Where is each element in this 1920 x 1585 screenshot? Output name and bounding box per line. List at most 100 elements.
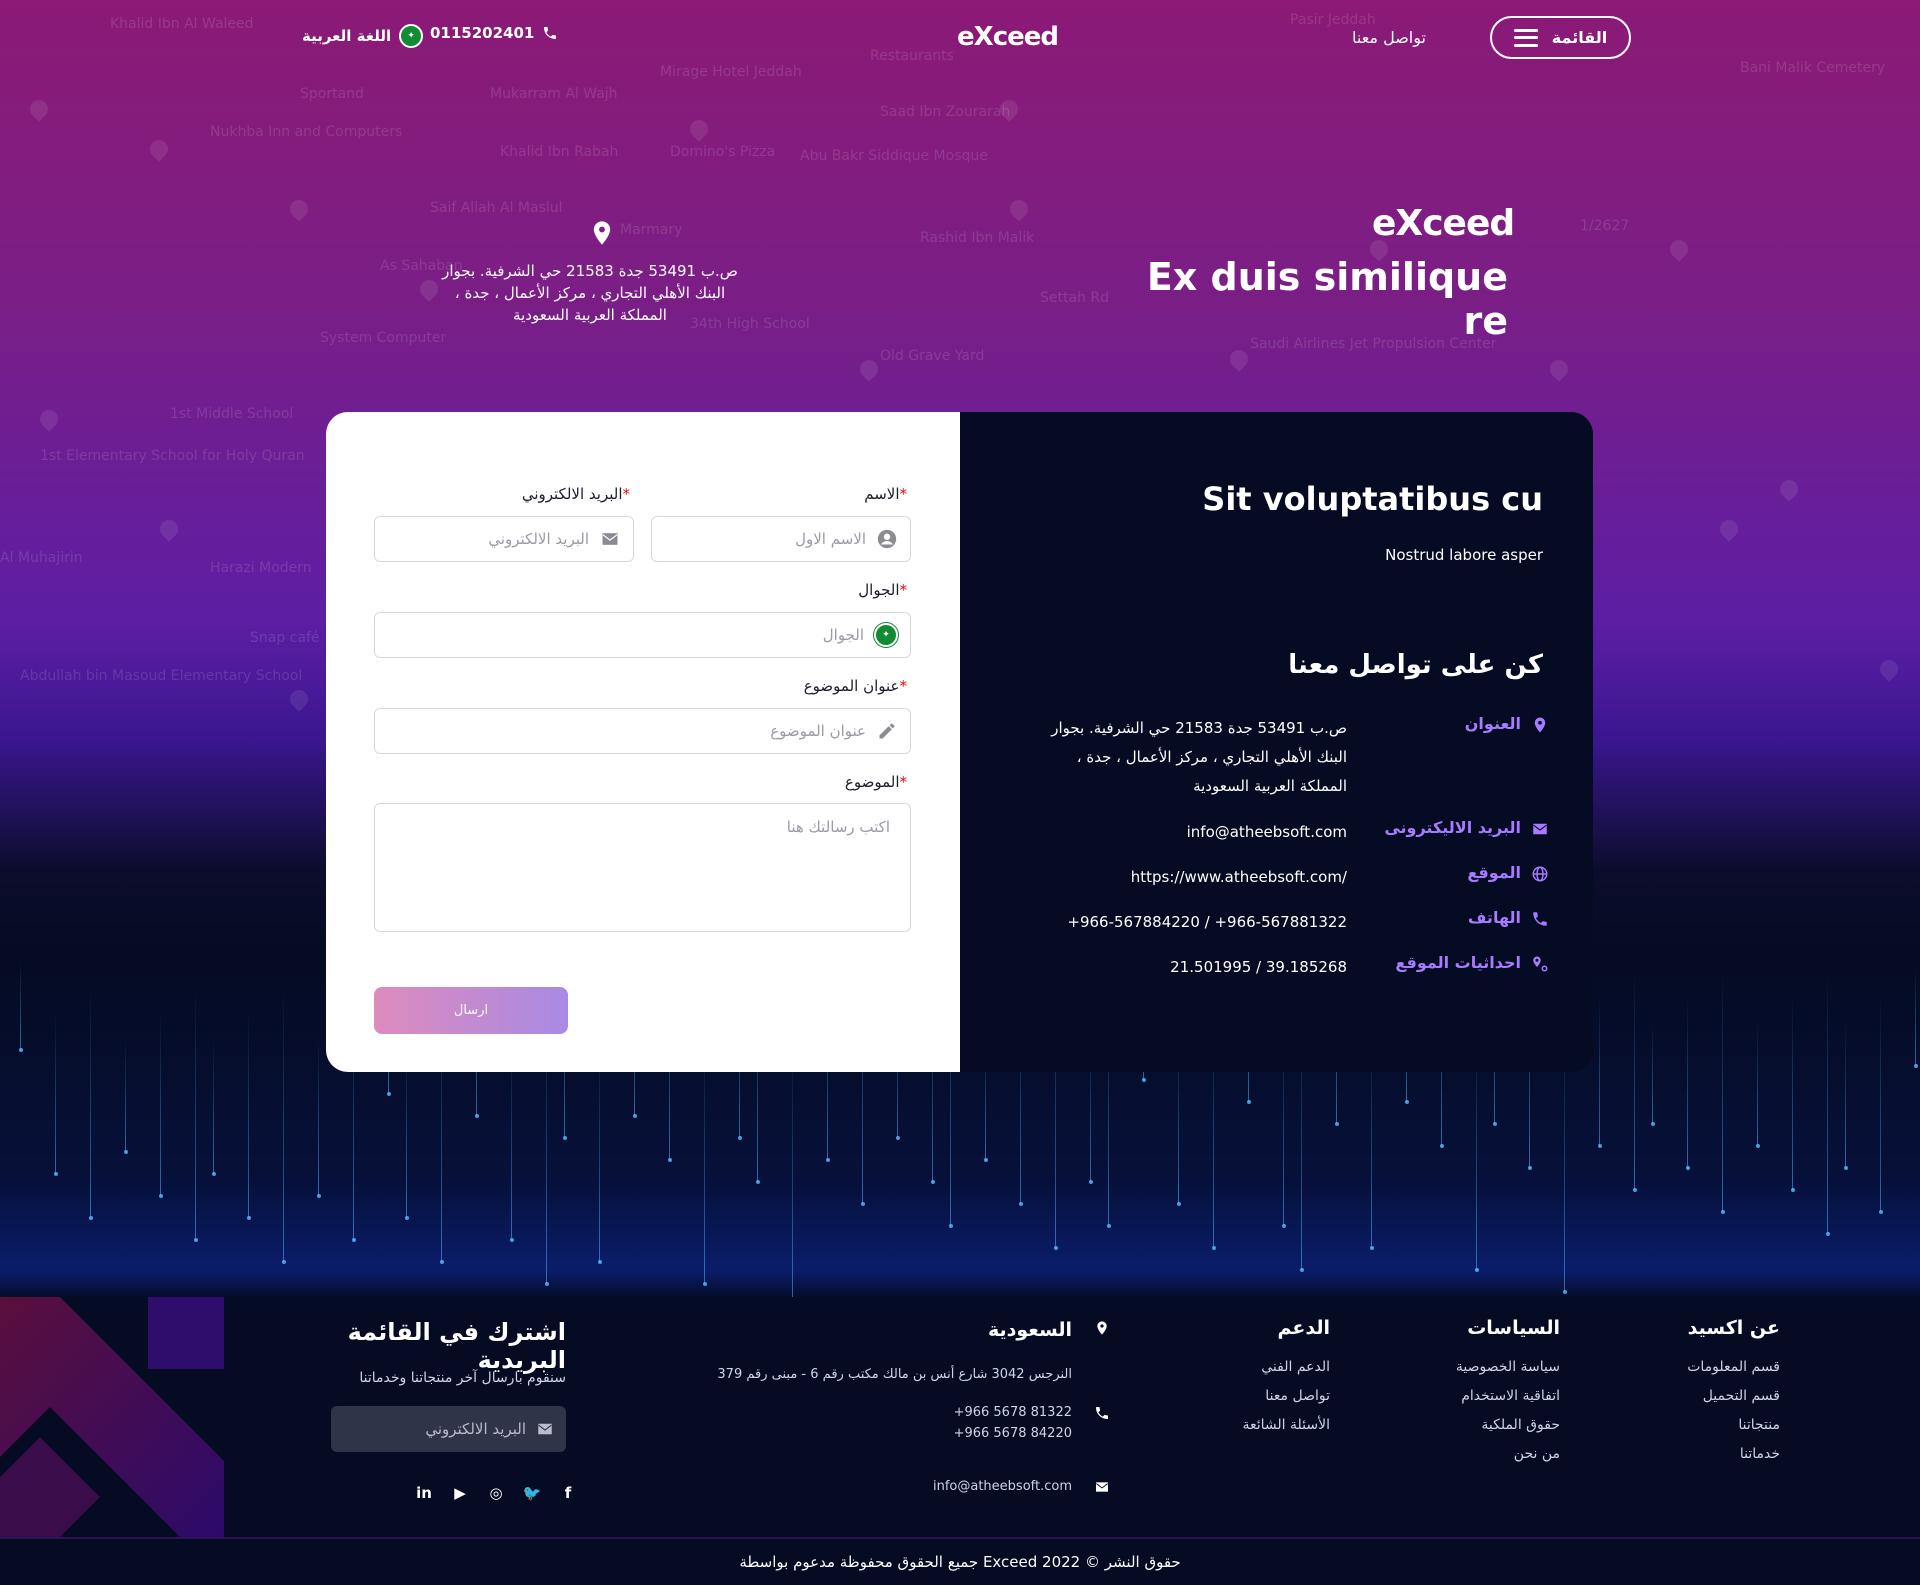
light-streak: [160, 1012, 161, 1196]
light-streak: [248, 1011, 249, 1218]
exceed-logo[interactable]: eXceed: [957, 22, 1059, 52]
facebook-icon[interactable]: f: [557, 1482, 579, 1504]
contact-info-panel: Sit voluptatibus cu Nostrud labore asper…: [960, 412, 1593, 1072]
info-row-phone: الهاتف +966-567884220 / +966-567881322: [1011, 908, 1551, 937]
subject-title-input[interactable]: [387, 722, 866, 740]
message-field[interactable]: [374, 803, 911, 932]
footer-link-copyright[interactable]: حقوق الملكية: [1410, 1417, 1560, 1433]
light-dot: [1597, 1144, 1602, 1148]
map-label: 1/2627: [1580, 218, 1630, 234]
footer-about-title: عن اكسيد: [1687, 1317, 1780, 1339]
footer-link-download[interactable]: قسم التحميل: [1630, 1388, 1780, 1404]
light-streak: [213, 1038, 214, 1174]
light-dot: [632, 1114, 637, 1118]
twitter-icon[interactable]: 🐦: [521, 1482, 543, 1504]
light-streak: [318, 1037, 319, 1196]
youtube-icon[interactable]: ▶: [449, 1482, 471, 1504]
light-streak: [90, 986, 91, 1218]
light-dot: [1176, 1202, 1181, 1206]
subject-title-field[interactable]: [374, 708, 911, 754]
light-dot: [1562, 1290, 1567, 1294]
location-pin-icon: [1529, 714, 1551, 736]
light-dot: [1878, 1210, 1883, 1214]
footer-support-column: الدعم الدعم الفني تواصل معنا الأسئلة الش…: [1180, 1317, 1331, 1446]
mobile-field[interactable]: ✦: [374, 612, 911, 658]
footer-link-faq[interactable]: الأسئلة الشائعة: [1180, 1417, 1331, 1433]
info-label-address: العنوان: [1464, 714, 1521, 733]
submit-button[interactable]: ارسال: [374, 987, 568, 1034]
map-pin-icon: [416, 276, 442, 302]
footer-link-products[interactable]: منتجاتنا: [1630, 1417, 1780, 1433]
footer-link-privacy[interactable]: سياسة الخصوصية: [1410, 1359, 1560, 1375]
mobile-input[interactable]: [387, 626, 864, 644]
light-dot: [1439, 1144, 1444, 1148]
map-pin-icon: [146, 136, 172, 162]
light-dot: [1018, 1202, 1023, 1206]
footer-phone-2[interactable]: +966 5678 84220: [954, 1426, 1072, 1441]
info-value-email[interactable]: info@atheebsoft.com: [1027, 818, 1347, 847]
info-row-email: البريد الاليكترونى info@atheebsoft.com: [1011, 818, 1551, 847]
footer-link-info[interactable]: قسم المعلومات: [1630, 1359, 1780, 1375]
pencil-icon: [876, 720, 898, 742]
info-row-address: العنوان ص.ب 53491 جدة 21583 حي الشرفية. …: [1011, 714, 1551, 801]
light-dot: [562, 1136, 567, 1140]
menu-button[interactable]: القائمة: [1490, 16, 1631, 59]
footer-link-terms[interactable]: اتفاقية الاستخدام: [1410, 1388, 1560, 1404]
map-label: Abdullah bin Masoud Elementary School: [20, 668, 303, 684]
map-label: Mukarram Al Wajh: [490, 86, 618, 102]
footer-link-tech-support[interactable]: الدعم الفني: [1180, 1359, 1330, 1375]
light-dot: [825, 1158, 830, 1162]
instagram-icon[interactable]: ◎: [485, 1482, 507, 1504]
phone-icon: [1092, 1405, 1112, 1425]
footer-policies-column: السياسات سياسة الخصوصية اتفاقية الاستخدا…: [1410, 1317, 1560, 1475]
footer-email[interactable]: info@atheebsoft.com: [933, 1479, 1072, 1494]
info-title: Sit voluptatibus cu: [1202, 480, 1543, 518]
light-dot: [316, 1194, 321, 1198]
coordinates-pin-icon: [1529, 953, 1551, 975]
contact-us-link[interactable]: تواصل معنا: [1352, 28, 1426, 47]
light-dot: [53, 1172, 58, 1176]
map-label: Domino's Pizza: [670, 144, 776, 160]
light-dot: [18, 1048, 23, 1052]
saudi-flag-icon[interactable]: ✦: [874, 623, 898, 647]
info-value-phone[interactable]: +966-567884220 / +966-567881322: [1027, 908, 1347, 937]
light-dot: [1474, 1268, 1479, 1272]
footer-support-title: الدعم: [1277, 1317, 1330, 1339]
info-label-phone: الهاتف: [1467, 908, 1521, 927]
light-dot: [386, 1092, 391, 1096]
info-value-website[interactable]: https://www.atheebsoft.com/: [1027, 863, 1347, 892]
newsletter-email-field[interactable]: [331, 1406, 566, 1452]
map-pin-icon: [1776, 476, 1802, 502]
header-phone[interactable]: 0115202401: [430, 24, 558, 42]
hero-logo: eXceed: [1372, 203, 1515, 244]
newsletter-email-input[interactable]: [332, 1420, 526, 1438]
linkedin-icon[interactable]: in: [413, 1482, 435, 1504]
footer-address: النرجس 3042 شارع أنس بن مالك مكتب رقم 6 …: [717, 1367, 1072, 1382]
map-label: Sportand: [300, 86, 364, 102]
footer-link-services[interactable]: خدماتنا: [1630, 1446, 1780, 1462]
light-dot: [88, 1216, 93, 1220]
hamburger-icon: [1513, 28, 1538, 47]
language-switcher[interactable]: اللغة العربية ✦: [302, 24, 424, 48]
name-field[interactable]: [651, 516, 911, 562]
email-input[interactable]: [387, 530, 589, 548]
footer-country-title: السعودية: [987, 1319, 1072, 1341]
top-header: القائمة تواصل معنا eXceed 0115202401 الل…: [0, 0, 1920, 80]
light-streak: [1757, 1022, 1758, 1146]
light-dot: [983, 1158, 988, 1162]
light-dot: [1211, 1246, 1216, 1250]
light-dot: [1825, 1232, 1830, 1236]
email-field[interactable]: [374, 516, 634, 562]
name-input[interactable]: [664, 530, 866, 548]
light-dot: [895, 1136, 900, 1140]
light-dot: [211, 1172, 216, 1176]
light-dot: [404, 1216, 409, 1220]
footer-link-about-us[interactable]: من نحن: [1410, 1446, 1560, 1462]
map-pin-icon: [1716, 516, 1742, 542]
light-dot: [930, 1180, 935, 1184]
footer-link-contact[interactable]: تواصل معنا: [1180, 1388, 1330, 1404]
hero-address: ص.ب 53491 جدة 21583 حي الشرفية. بجوار ال…: [442, 262, 738, 324]
footer-phone-1[interactable]: +966 5678 81322: [954, 1405, 1072, 1420]
message-textarea[interactable]: [395, 818, 890, 917]
mobile-label: *الجوال: [858, 581, 907, 599]
